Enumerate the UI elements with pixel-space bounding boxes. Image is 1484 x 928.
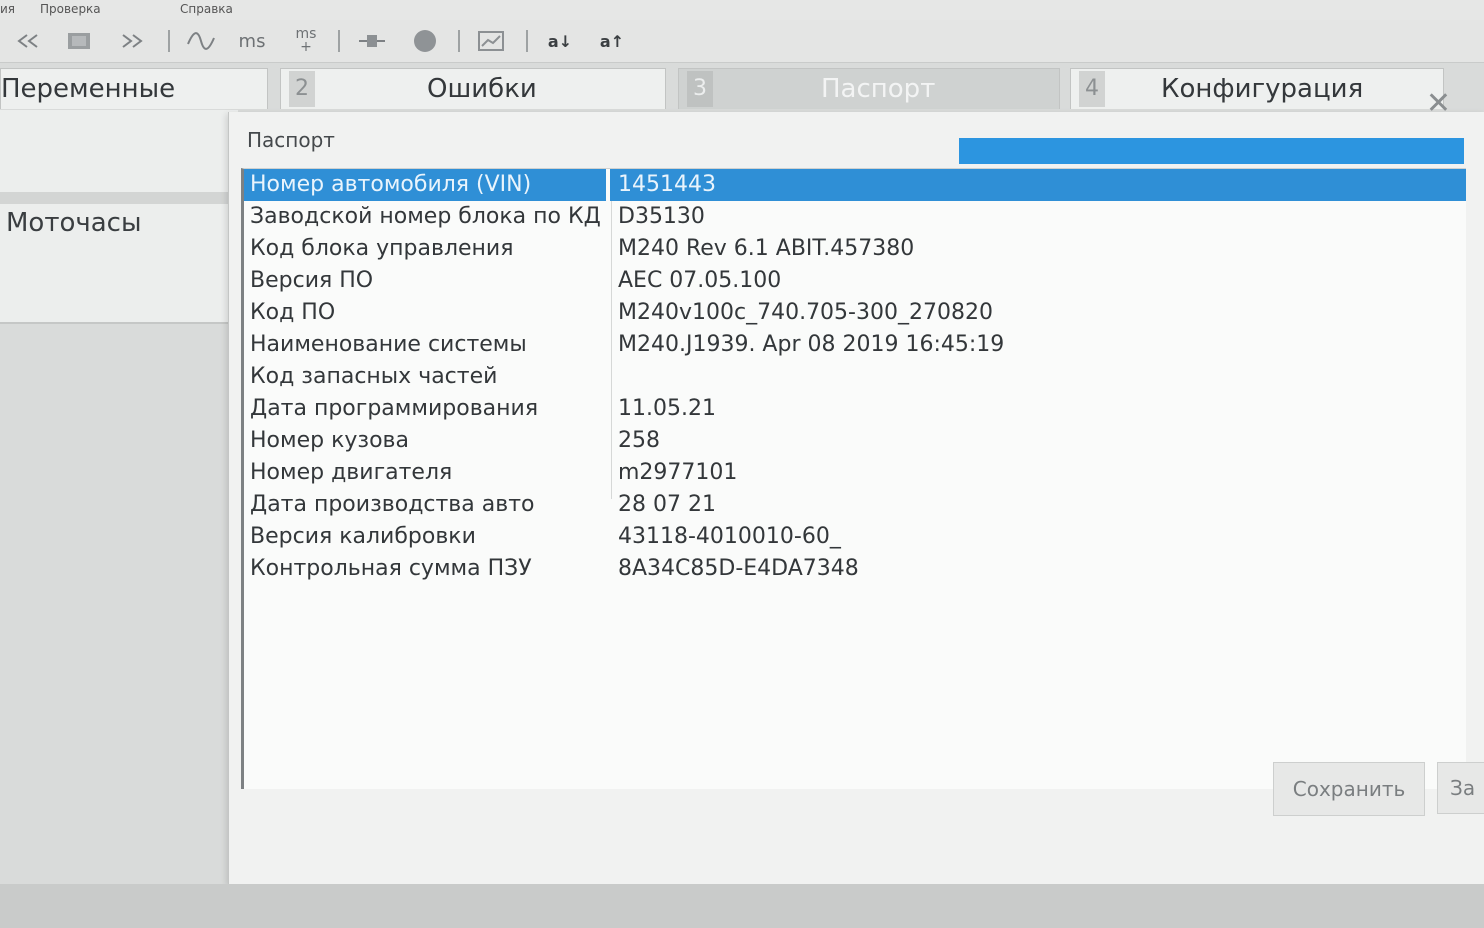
table-row[interactable]: Код блока управления M240 Rev 6.1 ABIT.4… — [244, 233, 1466, 265]
toolbar-separator — [338, 30, 340, 52]
menu-bar: ия Проверка Справка — [0, 0, 1484, 20]
record-icon[interactable] — [408, 28, 442, 54]
tab-variables[interactable]: Переменные — [0, 68, 268, 109]
tab-label: Конфигурация — [1161, 74, 1364, 104]
passport-table: Номер автомобиля (VIN) 1451443 Заводской… — [241, 168, 1466, 789]
sort-down-icon[interactable]: a↓ — [540, 28, 580, 54]
row-value: M240.J1939. Apr 08 2019 16:45:19 — [618, 332, 1005, 357]
tab-bar: Переменные 2 Ошибки 3 Паспорт 4 Конфигур… — [0, 62, 1484, 110]
row-value: 28 07 21 — [618, 492, 716, 517]
save-button[interactable]: Сохранить — [1273, 762, 1425, 816]
passport-dialog: Паспорт ✕ Номер автомобиля (VIN) 1451443… — [228, 86, 1484, 884]
row-key: Контрольная сумма ПЗУ — [250, 556, 532, 581]
row-key: Код ПО — [250, 300, 336, 325]
dialog-title: Паспорт — [247, 128, 335, 152]
chart-icon[interactable] — [474, 28, 508, 54]
tab-label: Паспорт — [821, 74, 936, 104]
table-row[interactable]: Наименование системы M240.J1939. Apr 08 … — [244, 329, 1466, 361]
ms-icon[interactable]: ms — [232, 28, 272, 54]
table-row[interactable]: Контрольная сумма ПЗУ 8A34C85D-E4DA7348 — [244, 553, 1466, 585]
sort-up-icon[interactable]: a↑ — [592, 28, 632, 54]
row-key: Номер автомобиля (VIN) — [250, 172, 532, 197]
row-key: Версия ПО — [250, 268, 374, 293]
row-key: Дата производства авто — [250, 492, 535, 517]
row-key: Номер двигателя — [250, 460, 453, 485]
forward-icon[interactable] — [114, 28, 150, 54]
left-panel-item-motor-hours[interactable]: Моточасы — [6, 208, 142, 238]
toolbar-separator — [458, 30, 460, 52]
table-row[interactable]: Заводской номер блока по КД D35130 — [244, 201, 1466, 233]
tab-label: Ошибки — [427, 74, 537, 104]
stop-icon[interactable] — [62, 28, 96, 54]
close-icon[interactable]: ✕ — [1426, 86, 1451, 121]
menu-item[interactable]: Справка — [180, 2, 233, 16]
sort-down-label: a↓ — [547, 31, 573, 51]
bottom-strip — [0, 884, 1484, 928]
row-value: m2977101 — [618, 460, 738, 485]
plus-glyph: + — [300, 39, 312, 55]
table-row[interactable]: Номер кузова 258 — [244, 425, 1466, 457]
row-value: D35130 — [618, 204, 705, 229]
selection-highlight — [610, 169, 1466, 201]
row-value: M240 Rev 6.1 ABIT.457380 — [618, 236, 915, 261]
panel-divider — [0, 192, 238, 204]
tab-number: 2 — [289, 71, 315, 107]
table-row[interactable]: Версия ПО AEC 07.05.100 — [244, 265, 1466, 297]
tab-number: 4 — [1079, 71, 1105, 107]
ms-label: ms — [238, 30, 266, 52]
table-row[interactable]: Код ПО M240v100c_740.705-300_270820 — [244, 297, 1466, 329]
row-value: 11.05.21 — [618, 396, 716, 421]
row-value: M240v100c_740.705-300_270820 — [618, 300, 993, 325]
row-key: Код блока управления — [250, 236, 514, 261]
tab-label: Переменные — [1, 74, 176, 104]
table-row[interactable]: Код запасных частей — [244, 361, 1466, 393]
tab-errors[interactable]: 2 Ошибки — [280, 68, 666, 109]
row-key: Код запасных частей — [250, 364, 498, 389]
rewind-icon[interactable] — [10, 28, 46, 54]
table-row[interactable]: Дата программирования 11.05.21 — [244, 393, 1466, 425]
row-key: Версия калибровки — [250, 524, 476, 549]
table-row[interactable]: Дата производства авто 28 07 21 — [244, 489, 1466, 521]
tab-number: 3 — [687, 71, 713, 107]
row-value: AEC 07.05.100 — [618, 268, 782, 293]
row-key: Наименование системы — [250, 332, 527, 357]
row-key: Дата программирования — [250, 396, 539, 421]
ms-plus-icon[interactable]: ms + — [286, 27, 326, 55]
table-row[interactable]: Номер двигателя m2977101 — [244, 457, 1466, 489]
menu-item[interactable]: ия — [0, 2, 15, 16]
row-value: 258 — [618, 428, 660, 453]
row-key: Номер кузова — [250, 428, 410, 453]
toolbar: ms ms + a↓ a↑ — [0, 20, 1484, 63]
toolbar-separator — [168, 30, 170, 52]
left-panel: Моточасы — [0, 110, 238, 324]
sort-up-label: a↑ — [599, 31, 625, 51]
next-button[interactable]: За — [1437, 762, 1484, 814]
row-value: 1451443 — [618, 172, 716, 197]
toolbar-separator — [526, 30, 528, 52]
row-value: 8A34C85D-E4DA7348 — [618, 556, 859, 581]
pin-icon[interactable] — [354, 28, 390, 54]
dialog-header-highlight — [959, 138, 1464, 164]
table-row[interactable]: Версия калибровки 43118-4010010-60_ — [244, 521, 1466, 553]
menu-item[interactable]: Проверка — [40, 2, 101, 16]
row-key: Заводской номер блока по КД — [250, 204, 601, 229]
row-value: 43118-4010010-60_ — [618, 524, 841, 549]
table-row[interactable]: Номер автомобиля (VIN) 1451443 — [244, 169, 1466, 201]
wave-icon[interactable] — [184, 28, 218, 54]
tab-passport[interactable]: 3 Паспорт — [678, 68, 1060, 109]
tab-configuration[interactable]: 4 Конфигурация — [1070, 68, 1444, 109]
